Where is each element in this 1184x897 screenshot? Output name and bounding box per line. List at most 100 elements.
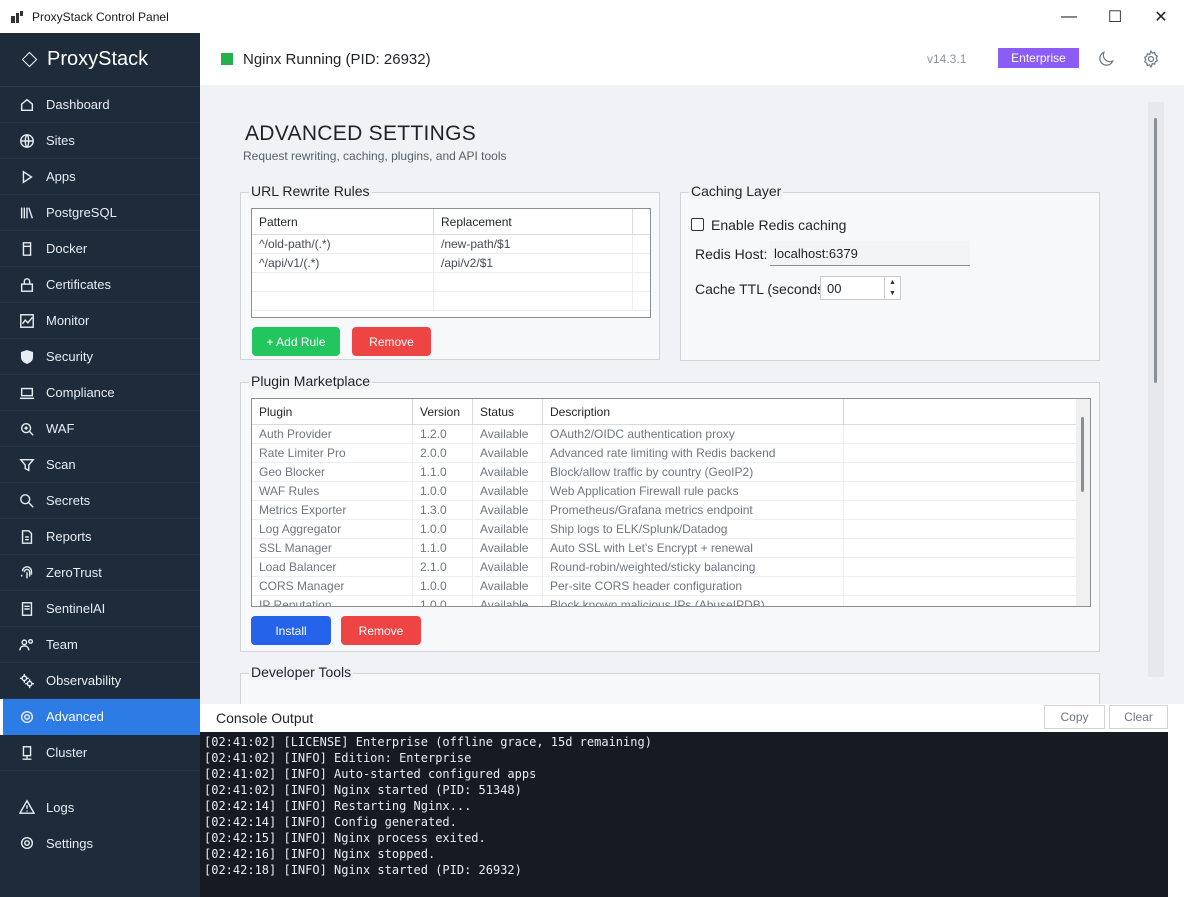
sidebar-item-sentinelai[interactable]: SentinelAI [0,591,200,627]
sidebar-item-apps[interactable]: Apps [0,159,200,195]
plugins-header-plugin[interactable]: Plugin [252,399,413,424]
redis-caching-checkbox[interactable] [691,218,704,231]
plugins-header-description[interactable]: Description [543,399,844,424]
plugin-status-cell: Available [473,577,543,595]
plugins-table[interactable]: Plugin Version Status Description Auth P… [251,398,1091,607]
sidebar-item-advanced[interactable]: Advanced [0,699,200,735]
rewrite-replacement-cell: /api/v2/$1 [434,254,633,272]
sidebar-item-sites[interactable]: Sites [0,123,200,159]
warning-icon [18,798,36,816]
sidebar-item-label: Security [46,349,93,364]
plugins-scrollbar[interactable] [1076,399,1090,606]
remove-plugin-button[interactable]: Remove [341,616,421,645]
sidebar-item-label: Observability [46,673,122,688]
nginx-status: Nginx Running (PID: 26932) [243,50,431,68]
rewrite-header-replacement[interactable]: Replacement [434,209,633,234]
table-row[interactable]: Geo Blocker 1.1.0 Available Block/allow tra… [252,463,1090,482]
sidebar-item-team[interactable]: Team [0,627,200,663]
url-rewrite-title: URL Rewrite Rules [249,183,372,199]
document-icon [18,528,36,546]
sidebar-item-waf[interactable]: WAF [0,411,200,447]
sidebar-item-label: Docker [46,241,88,256]
console-output[interactable]: [02:41:02] [LICENSE] Enterprise (offline… [200,732,1168,897]
table-row[interactable]: Log Aggregator 1.0.0 Available Ship logs to… [252,520,1090,539]
plugin-version-cell: 2.1.0 [413,558,473,576]
sidebar-item-logs[interactable]: Logs [0,789,200,825]
table-row[interactable] [252,273,650,292]
sidebar-item-postgresql[interactable]: PostgreSQL [0,195,200,231]
plugins-header-version[interactable]: Version [413,399,473,424]
sidebar-item-docker[interactable]: Docker [0,231,200,267]
chart-icon [18,312,36,330]
install-plugin-button[interactable]: Install [251,616,331,645]
sidebar-item-secrets[interactable]: Secrets [0,483,200,519]
cache-ttl-spinbox[interactable]: 00 ▲ ▼ [820,276,901,300]
main-scrollbar[interactable] [1148,102,1164,677]
plugin-version-cell: 2.0.0 [413,444,473,462]
sidebar-item-dashboard[interactable]: Dashboard [0,87,200,123]
rewrite-pattern-cell: ^/api/v1/(.*) [252,254,434,272]
minimize-button[interactable]: — [1046,0,1092,33]
sidebar-item-scan[interactable]: Scan [0,447,200,483]
table-row[interactable]: IP Reputation 1.0.0 Available Block known m… [252,596,1090,606]
moon-icon[interactable] [1095,48,1117,70]
console-line: [02:42:14] [INFO] Config generated. [204,815,457,829]
add-rule-button[interactable]: + Add Rule [252,327,340,356]
plugin-description-cell: Ship logs to ELK/Splunk/Datadog [543,520,844,538]
sidebar-item-compliance[interactable]: Compliance [0,375,200,411]
plugin-description-cell: Block known malicious IPs (AbuseIPDB) [543,596,844,606]
table-row[interactable]: CORS Manager 1.0.0 Available Per-site CORS … [252,577,1090,596]
sidebar-item-observability[interactable]: Observability [0,663,200,699]
table-row[interactable]: SSL Manager 1.1.0 Available Auto SSL with L… [252,539,1090,558]
table-row[interactable]: Auth Provider 1.2.0 Available OAuth2/OIDC a… [252,425,1090,444]
table-row[interactable]: Load Balancer 2.1.0 Available Round-robin/w… [252,558,1090,577]
sidebar-item-reports[interactable]: Reports [0,519,200,555]
app-icon [10,10,24,24]
gear-icon[interactable] [1140,48,1162,70]
page-subtitle: Request rewriting, caching, plugins, and… [243,149,507,163]
empty-cell [434,292,633,310]
table-row[interactable]: Rate Limiter Pro 2.0.0 Available Advanced r… [252,444,1090,463]
remove-rule-button[interactable]: Remove [352,327,431,356]
books-icon [18,204,36,222]
plugin-status-cell: Available [473,596,543,606]
server-icon [18,744,36,762]
rewrite-table[interactable]: Pattern Replacement ^/old-path/(.*)/new-… [251,208,651,318]
sidebar-item-monitor[interactable]: Monitor [0,303,200,339]
table-row[interactable]: ^/old-path/(.*)/new-path/$1 [252,235,650,254]
sidebar-item-security[interactable]: Security [0,339,200,375]
sidebar-item-certificates[interactable]: Certificates [0,267,200,303]
table-row[interactable] [252,292,650,311]
redis-host-input[interactable]: localhost:6379 [770,241,970,266]
caching-title: Caching Layer [689,183,784,199]
sidebar-item-cluster[interactable]: Cluster [0,735,200,771]
clear-console-button[interactable]: Clear [1109,705,1168,729]
table-row[interactable]: Metrics Exporter 1.3.0 Available Prometheus… [252,501,1090,520]
plugins-header-status[interactable]: Status [473,399,543,424]
close-button[interactable]: ✕ [1138,0,1184,33]
sidebar-item-settings[interactable]: Settings [0,825,200,861]
console-scrollbar[interactable] [1168,732,1184,897]
sidebar-item-label: Cluster [46,745,88,760]
rewrite-header-pattern[interactable]: Pattern [252,209,434,234]
spin-up-icon[interactable]: ▲ [885,277,900,288]
maximize-button[interactable]: ☐ [1092,0,1138,33]
plugin-version-cell: 1.0.0 [413,482,473,500]
empty-cell [844,501,1076,519]
sidebar-item-zerotrust[interactable]: ZeroTrust [0,555,200,591]
rewrite-pattern-cell: ^/old-path/(.*) [252,235,434,253]
sidebar-item-label: Sites [46,133,75,148]
gears-icon [18,672,36,690]
plugin-status-cell: Available [473,425,543,443]
plugin-status-cell: Available [473,520,543,538]
copy-console-button[interactable]: Copy [1044,705,1105,729]
empty-cell [844,482,1076,500]
status-indicator [221,53,233,65]
shield-icon [18,348,36,366]
table-row[interactable]: WAF Rules 1.0.0 Available Web Application F… [252,482,1090,501]
table-row[interactable]: ^/api/v1/(.*)/api/v2/$1 [252,254,650,273]
url-rewrite-group: URL Rewrite Rules Pattern Replacement ^/… [240,183,660,360]
spin-down-icon[interactable]: ▼ [885,288,900,299]
version-label: v14.3.1 [927,52,967,66]
people-icon [18,636,36,654]
